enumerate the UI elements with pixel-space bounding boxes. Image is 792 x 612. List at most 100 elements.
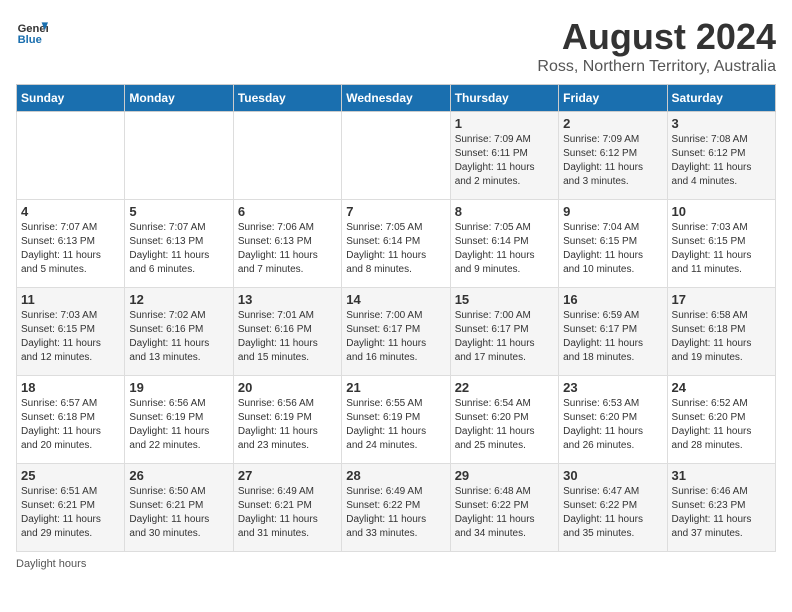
- day-cell: 29 Sunrise: 6:48 AM Sunset: 6:22 PM Dayli…: [450, 464, 558, 552]
- week-row-2: 4 Sunrise: 7:07 AM Sunset: 6:13 PM Daylig…: [17, 200, 776, 288]
- day-info: Sunrise: 7:06 AM Sunset: 6:13 PM Dayligh…: [238, 221, 337, 277]
- day-cell: 22Sunrise: 6:54 AM Sunset: 6:20 PM Dayli…: [450, 376, 558, 464]
- day-cell: 24 Sunrise: 6:52 AM Sunset: 6:20 PM Dayli…: [667, 376, 775, 464]
- day-number: 8: [455, 204, 554, 219]
- footer: Daylight hours: [16, 558, 776, 570]
- main-title: August 2024: [537, 16, 776, 58]
- day-info: Sunrise: 7:04 AM Sunset: 6:15 PM Dayligh…: [563, 221, 662, 277]
- day-number: 27: [238, 468, 337, 483]
- day-number: 1: [455, 116, 554, 131]
- day-cell: 28 Sunrise: 6:49 AM Sunset: 6:22 PM Dayli…: [342, 464, 450, 552]
- day-info: Sunrise: 7:05 AM Sunset: 6:14 PM Dayligh…: [346, 221, 445, 277]
- day-cell: 31 Sunrise: 6:46 AM Sunset: 6:23 PM Dayli…: [667, 464, 775, 552]
- col-header-thursday: Thursday: [450, 85, 558, 112]
- day-number: 31: [672, 468, 771, 483]
- day-info: Sunrise: 6:57 AM Sunset: 6:18 PM Dayligh…: [21, 397, 120, 453]
- col-header-friday: Friday: [559, 85, 667, 112]
- day-info: Sunrise: 7:03 AM Sunset: 6:15 PM Dayligh…: [672, 221, 771, 277]
- day-info: Sunrise: 6:51 AM Sunset: 6:21 PM Dayligh…: [21, 485, 120, 541]
- day-number: 30: [563, 468, 662, 483]
- day-info: Sunrise: 6:56 AM Sunset: 6:19 PM Dayligh…: [238, 397, 337, 453]
- col-header-saturday: Saturday: [667, 85, 775, 112]
- day-number: 18: [21, 380, 120, 395]
- day-info: Sunrise: 7:09 AM Sunset: 6:11 PM Dayligh…: [455, 133, 554, 189]
- day-cell: 5Sunrise: 7:07 AM Sunset: 6:13 PM Daylig…: [125, 200, 233, 288]
- day-number: 26: [129, 468, 228, 483]
- day-number: 13: [238, 292, 337, 307]
- day-info: Sunrise: 6:47 AM Sunset: 6:22 PM Dayligh…: [563, 485, 662, 541]
- day-number: 24: [672, 380, 771, 395]
- day-number: 28: [346, 468, 445, 483]
- day-number: 10: [672, 204, 771, 219]
- day-cell: 27 Sunrise: 6:49 AM Sunset: 6:21 PM Dayli…: [233, 464, 341, 552]
- day-number: 21: [346, 380, 445, 395]
- day-cell: 2 Sunrise: 7:09 AM Sunset: 6:12 PM Daylig…: [559, 112, 667, 200]
- day-cell: 16Sunrise: 6:59 AM Sunset: 6:17 PM Dayli…: [559, 288, 667, 376]
- day-info: Sunrise: 6:59 AM Sunset: 6:17 PM Dayligh…: [563, 309, 662, 365]
- day-cell: 18 Sunrise: 6:57 AM Sunset: 6:18 PM Dayli…: [17, 376, 125, 464]
- day-number: 20: [238, 380, 337, 395]
- day-number: 29: [455, 468, 554, 483]
- day-number: 25: [21, 468, 120, 483]
- day-info: Sunrise: 7:09 AM Sunset: 6:12 PM Dayligh…: [563, 133, 662, 189]
- day-cell: 14 Sunrise: 7:00 AM Sunset: 6:17 PM Dayli…: [342, 288, 450, 376]
- day-info: Sunrise: 7:02 AM Sunset: 6:16 PM Dayligh…: [129, 309, 228, 365]
- day-cell: 9 Sunrise: 7:04 AM Sunset: 6:15 PM Daylig…: [559, 200, 667, 288]
- day-number: 9: [563, 204, 662, 219]
- svg-text:Blue: Blue: [18, 34, 42, 46]
- day-info: Sunrise: 6:55 AM Sunset: 6:19 PM Dayligh…: [346, 397, 445, 453]
- day-cell: [17, 112, 125, 200]
- day-info: Sunrise: 6:48 AM Sunset: 6:22 PM Dayligh…: [455, 485, 554, 541]
- day-number: 6: [238, 204, 337, 219]
- day-number: 17: [672, 292, 771, 307]
- col-header-sunday: Sunday: [17, 85, 125, 112]
- day-cell: 26 Sunrise: 6:50 AM Sunset: 6:21 PM Dayli…: [125, 464, 233, 552]
- subtitle: Ross, Northern Territory, Australia: [537, 58, 776, 76]
- day-cell: 20 Sunrise: 6:56 AM Sunset: 6:19 PM Dayli…: [233, 376, 341, 464]
- day-cell: 4 Sunrise: 7:07 AM Sunset: 6:13 PM Daylig…: [17, 200, 125, 288]
- day-cell: 19 Sunrise: 6:56 AM Sunset: 6:19 PM Dayli…: [125, 376, 233, 464]
- day-number: 15: [455, 292, 554, 307]
- week-row-1: 1 Sunrise: 7:09 AM Sunset: 6:11 PM Daylig…: [17, 112, 776, 200]
- header-row: SundayMondayTuesdayWednesdayThursdayFrid…: [17, 85, 776, 112]
- day-number: 22: [455, 380, 554, 395]
- day-info: Sunrise: 7:00 AM Sunset: 6:17 PM Dayligh…: [455, 309, 554, 365]
- week-row-3: 11 Sunrise: 7:03 AM Sunset: 6:15 PM Dayli…: [17, 288, 776, 376]
- week-row-5: 25 Sunrise: 6:51 AM Sunset: 6:21 PM Dayli…: [17, 464, 776, 552]
- day-info: Sunrise: 7:05 AM Sunset: 6:14 PM Dayligh…: [455, 221, 554, 277]
- day-info: Sunrise: 7:00 AM Sunset: 6:17 PM Dayligh…: [346, 309, 445, 365]
- daylight-label: Daylight hours: [16, 558, 86, 570]
- day-cell: 7Sunrise: 7:05 AM Sunset: 6:14 PM Daylig…: [342, 200, 450, 288]
- day-number: 19: [129, 380, 228, 395]
- day-info: Sunrise: 6:49 AM Sunset: 6:21 PM Dayligh…: [238, 485, 337, 541]
- title-area: August 2024 Ross, Northern Territory, Au…: [537, 16, 776, 76]
- day-number: 14: [346, 292, 445, 307]
- day-info: Sunrise: 6:52 AM Sunset: 6:20 PM Dayligh…: [672, 397, 771, 453]
- day-info: Sunrise: 6:50 AM Sunset: 6:21 PM Dayligh…: [129, 485, 228, 541]
- day-cell: 11 Sunrise: 7:03 AM Sunset: 6:15 PM Dayli…: [17, 288, 125, 376]
- day-cell: 1 Sunrise: 7:09 AM Sunset: 6:11 PM Daylig…: [450, 112, 558, 200]
- day-number: 2: [563, 116, 662, 131]
- day-cell: 6 Sunrise: 7:06 AM Sunset: 6:13 PM Daylig…: [233, 200, 341, 288]
- day-info: Sunrise: 6:58 AM Sunset: 6:18 PM Dayligh…: [672, 309, 771, 365]
- day-info: Sunrise: 6:56 AM Sunset: 6:19 PM Dayligh…: [129, 397, 228, 453]
- logo-icon: General Blue: [16, 16, 48, 48]
- day-number: 12: [129, 292, 228, 307]
- day-cell: 15 Sunrise: 7:00 AM Sunset: 6:17 PM Dayli…: [450, 288, 558, 376]
- day-info: Sunrise: 7:07 AM Sunset: 6:13 PM Dayligh…: [21, 221, 120, 277]
- day-cell: 12 Sunrise: 7:02 AM Sunset: 6:16 PM Dayli…: [125, 288, 233, 376]
- day-info: Sunrise: 6:49 AM Sunset: 6:22 PM Dayligh…: [346, 485, 445, 541]
- day-info: Sunrise: 6:46 AM Sunset: 6:23 PM Dayligh…: [672, 485, 771, 541]
- day-number: 3: [672, 116, 771, 131]
- day-number: 4: [21, 204, 120, 219]
- day-cell: [125, 112, 233, 200]
- day-cell: [342, 112, 450, 200]
- week-row-4: 18 Sunrise: 6:57 AM Sunset: 6:18 PM Dayli…: [17, 376, 776, 464]
- col-header-tuesday: Tuesday: [233, 85, 341, 112]
- day-cell: [233, 112, 341, 200]
- day-info: Sunrise: 7:03 AM Sunset: 6:15 PM Dayligh…: [21, 309, 120, 365]
- day-cell: 30 Sunrise: 6:47 AM Sunset: 6:22 PM Dayli…: [559, 464, 667, 552]
- day-info: Sunrise: 7:08 AM Sunset: 6:12 PM Dayligh…: [672, 133, 771, 189]
- logo: General Blue: [16, 16, 48, 48]
- day-number: 11: [21, 292, 120, 307]
